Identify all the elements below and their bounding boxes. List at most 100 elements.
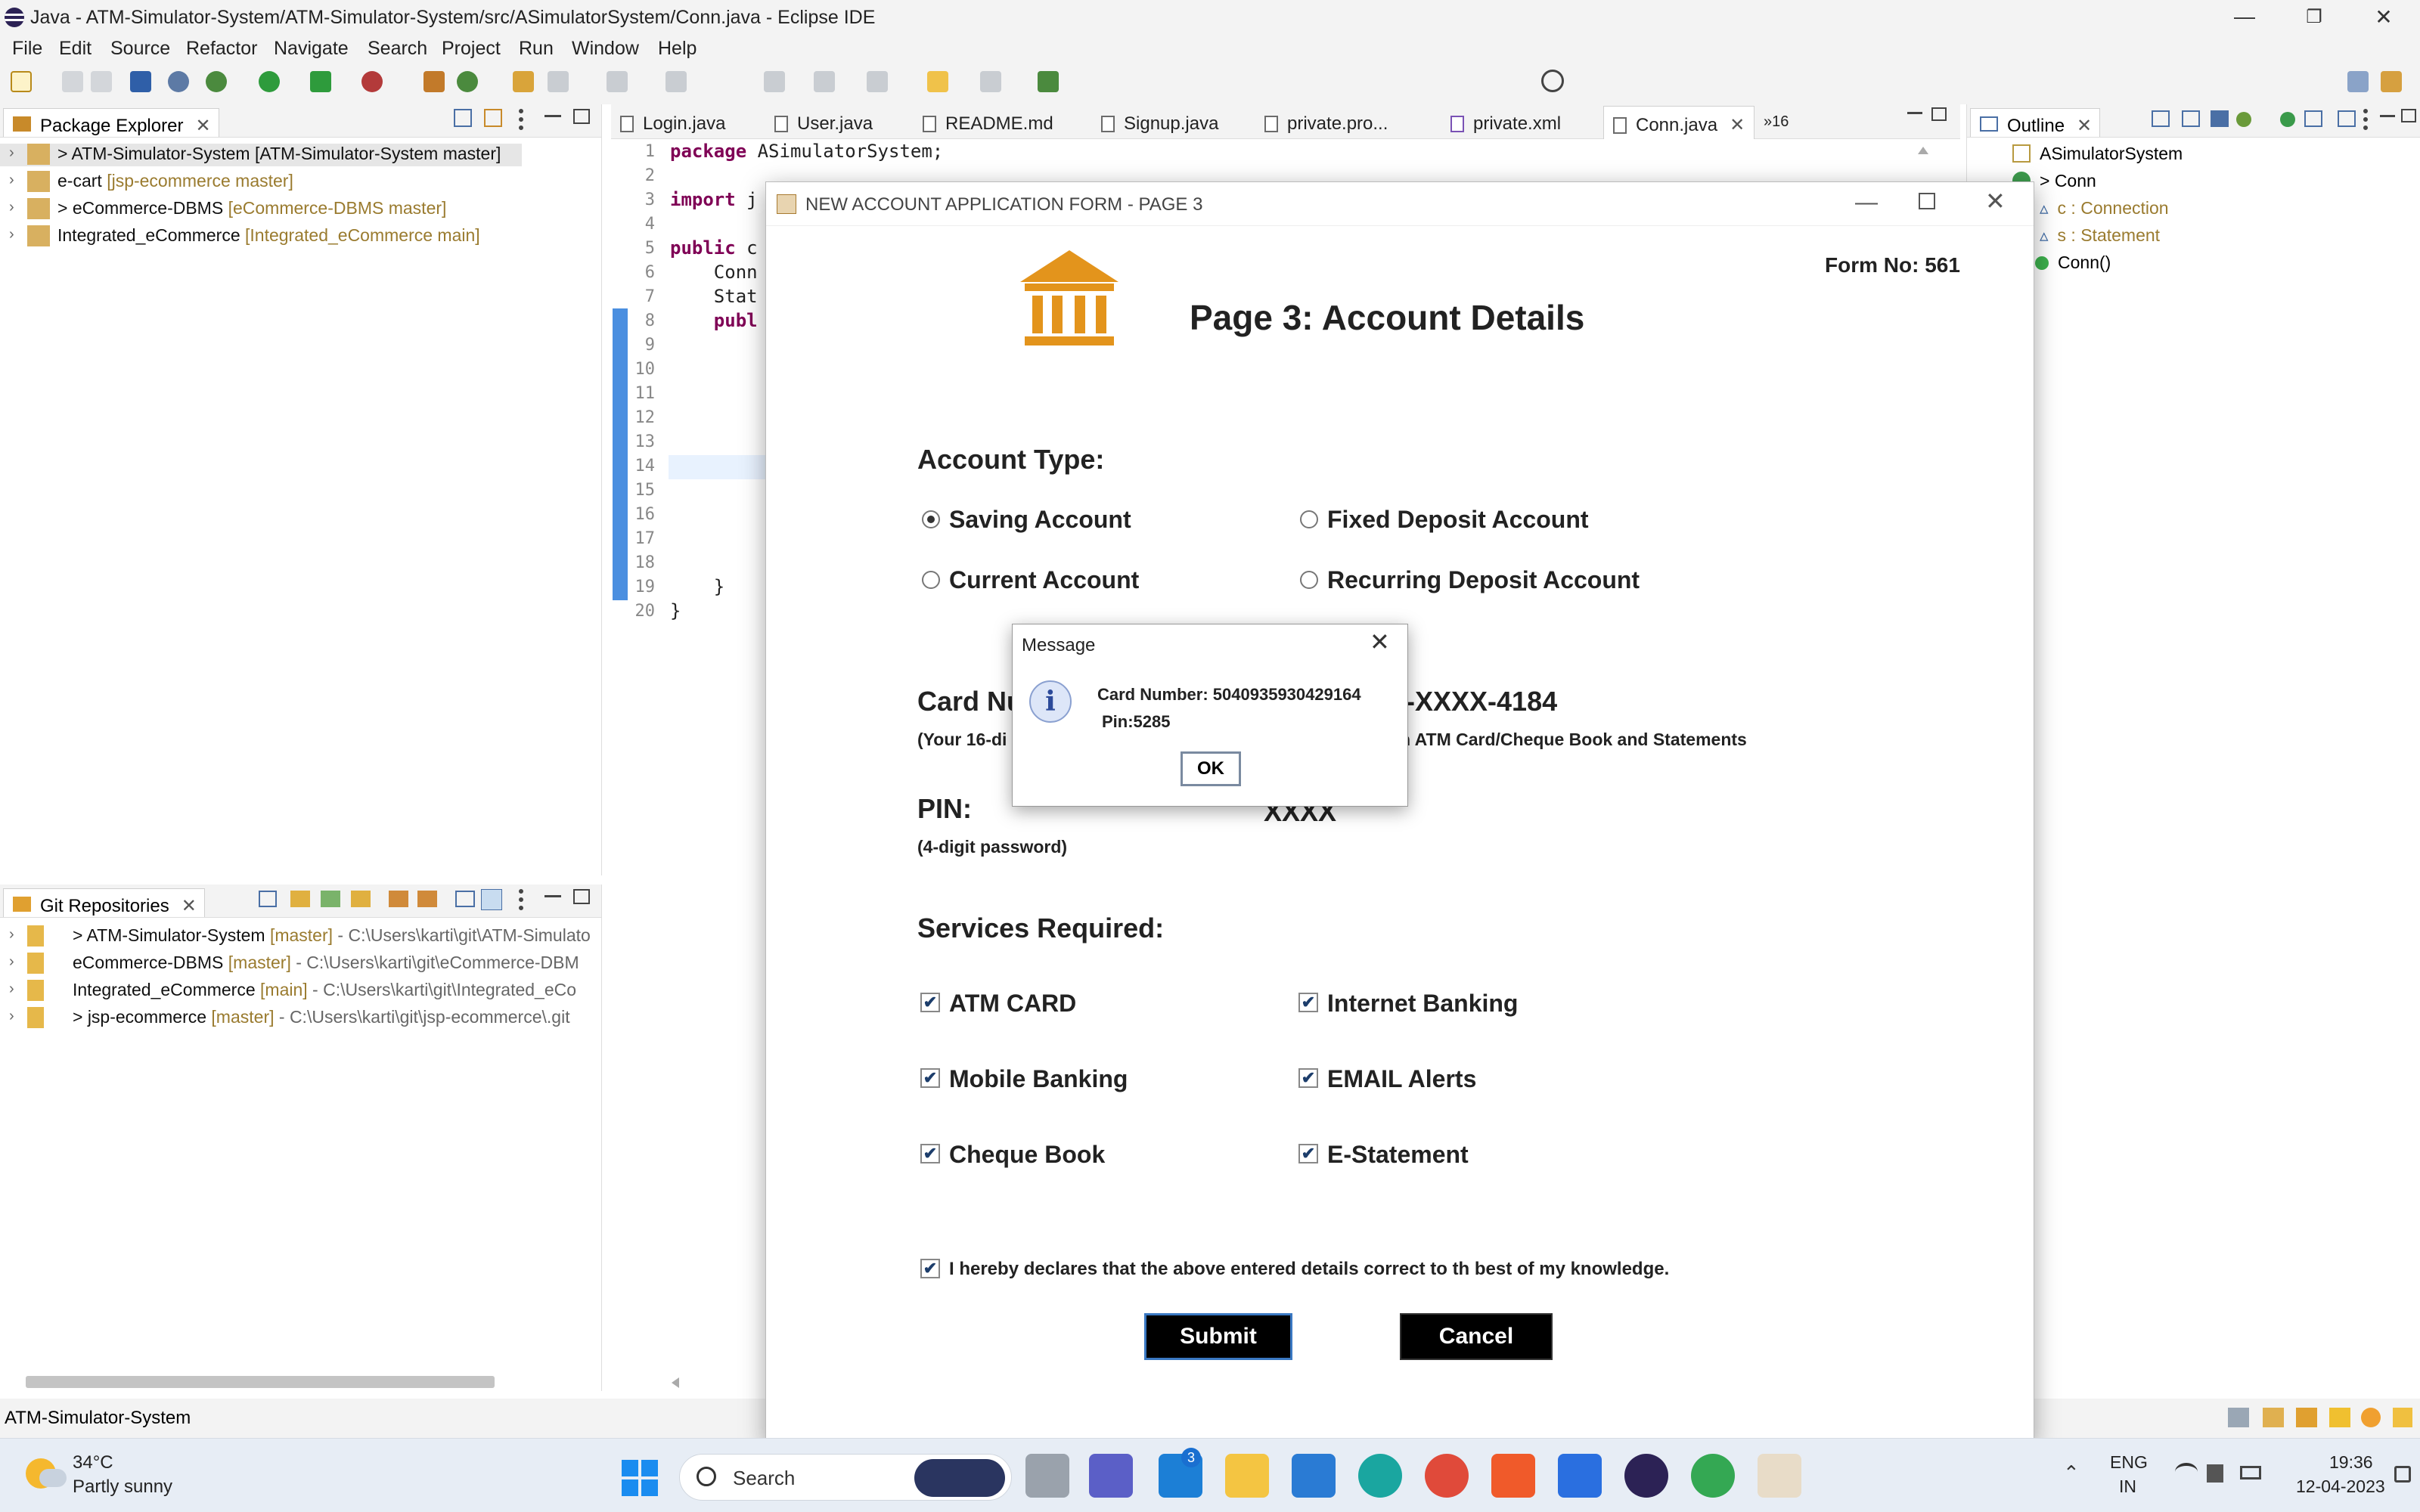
menu-window[interactable]: Window xyxy=(572,38,639,60)
hide-nonpublic-icon[interactable] xyxy=(2280,112,2295,127)
tree-item-project[interactable]: › > ATM-Simulator-System [ATM-Simulator-… xyxy=(0,144,522,166)
store-icon[interactable] xyxy=(1292,1454,1336,1498)
view-menu-icon[interactable] xyxy=(519,889,523,910)
expand-icon[interactable]: › xyxy=(9,199,14,216)
code-line[interactable]: public c xyxy=(670,237,758,259)
pin-editor-icon[interactable] xyxy=(1038,71,1059,92)
taskbar-search[interactable]: Search xyxy=(679,1454,1012,1501)
maximize-view-icon[interactable] xyxy=(573,889,590,904)
tab-git-repositories[interactable]: Git Repositories ✕ xyxy=(3,888,205,917)
view-menu-icon[interactable] xyxy=(2363,109,2368,130)
wifi-icon[interactable] xyxy=(2175,1463,2198,1481)
code-line[interactable]: Conn xyxy=(670,262,758,283)
create-repository-icon[interactable] xyxy=(351,891,371,907)
file-explorer-icon[interactable] xyxy=(1225,1454,1269,1498)
form-minimize-button[interactable]: — xyxy=(1855,190,1878,215)
prev-annotation-icon[interactable] xyxy=(814,71,835,92)
java-perspective-icon[interactable] xyxy=(2381,71,2402,92)
task-view-icon[interactable] xyxy=(1025,1454,1069,1498)
expand-icon[interactable]: › xyxy=(9,953,14,971)
forward-icon[interactable] xyxy=(980,71,1001,92)
code-line[interactable]: Stat xyxy=(670,286,758,307)
external-tools-icon[interactable] xyxy=(361,71,383,92)
refresh-icon[interactable] xyxy=(389,891,408,907)
form-maximize-button[interactable] xyxy=(1919,193,1935,209)
expand-icon[interactable]: › xyxy=(9,926,14,943)
menu-run[interactable]: Run xyxy=(519,38,554,60)
brave-icon[interactable] xyxy=(1491,1454,1535,1498)
last-edit-icon[interactable] xyxy=(867,71,888,92)
close-button[interactable]: ✕ xyxy=(2349,0,2418,33)
new-icon[interactable] xyxy=(11,71,32,92)
tab-package-explorer[interactable]: Package Explorer ✕ xyxy=(3,108,219,137)
teams-icon[interactable] xyxy=(1089,1454,1133,1498)
debug-icon[interactable] xyxy=(206,71,227,92)
expand-icon[interactable]: › xyxy=(9,226,14,243)
open-type-icon[interactable] xyxy=(513,71,534,92)
close-icon[interactable]: ✕ xyxy=(2077,115,2092,137)
expand-icon[interactable]: › xyxy=(9,172,14,189)
checkbox[interactable]: ✔ xyxy=(920,993,940,1012)
cancel-button[interactable]: Cancel xyxy=(1400,1313,1553,1360)
search-icon[interactable] xyxy=(1541,70,1564,92)
collapse-all-icon[interactable] xyxy=(259,891,277,907)
radio-button[interactable] xyxy=(922,510,940,528)
menu-refactor[interactable]: Refactor xyxy=(186,38,257,60)
horizontal-scrollbar[interactable] xyxy=(26,1376,495,1388)
ok-button[interactable]: OK xyxy=(1181,751,1241,786)
clone-repository-icon[interactable] xyxy=(321,891,340,907)
status-tool-icon[interactable] xyxy=(2263,1408,2284,1427)
back-icon[interactable] xyxy=(927,71,948,92)
status-tool-icon[interactable] xyxy=(2329,1408,2350,1427)
add-repository-icon[interactable] xyxy=(290,891,310,907)
radio-button[interactable] xyxy=(1300,510,1318,528)
link-editor-icon[interactable] xyxy=(2338,110,2356,127)
new-java-project-icon[interactable] xyxy=(424,71,445,92)
menu-project[interactable]: Project xyxy=(442,38,501,60)
chrome-icon[interactable] xyxy=(1425,1454,1469,1498)
maximize-view-icon[interactable] xyxy=(573,109,590,124)
link-selection-icon[interactable] xyxy=(417,891,437,907)
windows-start-icon[interactable] xyxy=(622,1460,658,1496)
radio-button[interactable] xyxy=(922,571,940,589)
sort-icon[interactable] xyxy=(2182,110,2200,127)
code-line[interactable]: import j xyxy=(670,189,758,210)
run-icon[interactable] xyxy=(259,71,280,92)
checkbox[interactable]: ✔ xyxy=(920,1259,940,1278)
outline-field[interactable]: ▵ s : Statement xyxy=(2040,225,2160,246)
terminal-icon[interactable] xyxy=(130,71,151,92)
chrome-profile-icon[interactable] xyxy=(1691,1454,1735,1498)
link-editor-icon[interactable] xyxy=(484,109,502,127)
checkbox[interactable]: ✔ xyxy=(920,1068,940,1088)
status-tool-icon[interactable] xyxy=(2296,1408,2317,1427)
scroll-up-icon[interactable] xyxy=(1918,144,1928,154)
checkbox[interactable]: ✔ xyxy=(1298,1068,1318,1088)
java-taskbar-icon[interactable] xyxy=(1758,1454,1801,1498)
code-line[interactable]: } xyxy=(670,600,681,621)
expand-icon[interactable]: › xyxy=(9,981,14,998)
status-tool-icon[interactable] xyxy=(2393,1408,2412,1427)
eclipse-taskbar-icon[interactable] xyxy=(1624,1454,1668,1498)
hierarchical-icon[interactable] xyxy=(455,891,475,907)
outline-field[interactable]: ▵ c : Connection xyxy=(2040,198,2169,218)
minimize-view-icon[interactable] xyxy=(544,895,561,897)
next-annotation-icon[interactable] xyxy=(764,71,785,92)
language-code[interactable]: ENG xyxy=(2110,1452,2148,1473)
radio-button[interactable] xyxy=(1300,571,1318,589)
collapse-all-icon[interactable] xyxy=(454,109,472,127)
code-line[interactable]: publ xyxy=(670,310,758,331)
close-icon[interactable]: ✕ xyxy=(182,895,197,917)
form-close-button[interactable]: ✕ xyxy=(1985,187,2006,215)
skip-breakpoints-icon[interactable] xyxy=(168,71,189,92)
hide-static-icon[interactable] xyxy=(2236,112,2251,127)
volume-icon[interactable] xyxy=(2207,1464,2223,1483)
collapse-all-icon[interactable] xyxy=(2152,110,2170,127)
minimize-button[interactable]: — xyxy=(2210,0,2279,33)
save-icon[interactable] xyxy=(62,71,83,92)
status-tool-icon[interactable] xyxy=(2361,1408,2381,1427)
menu-help[interactable]: Help xyxy=(658,38,697,60)
outline-package[interactable]: ASimulatorSystem xyxy=(2012,144,2183,164)
close-icon[interactable]: ✕ xyxy=(195,115,210,137)
search-tool-icon[interactable] xyxy=(548,71,569,92)
editor-tab[interactable]: User.java xyxy=(774,106,873,139)
